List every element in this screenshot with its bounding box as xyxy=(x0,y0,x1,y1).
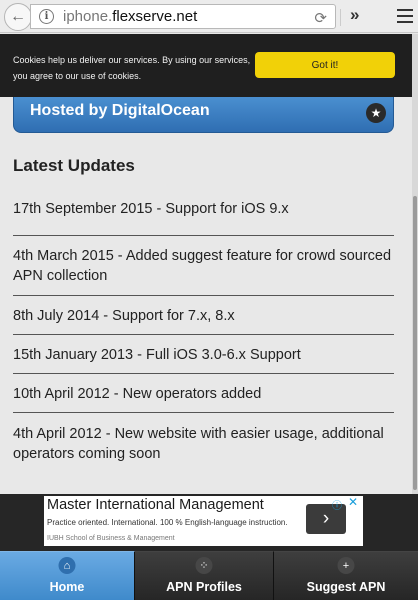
url-text[interactable]: iphone.flexserve.net xyxy=(63,8,197,25)
adchoices-icon[interactable]: ⓘ xyxy=(332,497,342,512)
divider xyxy=(13,235,394,236)
nav-home[interactable]: ⌂ Home xyxy=(0,551,135,600)
nav-label: Home xyxy=(49,580,85,594)
ad-close-icon[interactable]: ✕ xyxy=(348,495,358,509)
scrollbar-thumb[interactable] xyxy=(413,196,417,490)
update-item: 4th March 2015 - Added suggest feature f… xyxy=(13,248,392,284)
update-item: 10th April 2012 - New operators added xyxy=(13,386,262,402)
update-item: 8th July 2014 - Support for 7.x, 8.x xyxy=(13,308,235,324)
updates-heading: Latest Updates xyxy=(13,156,135,175)
update-item: 4th April 2012 - New website with easier… xyxy=(13,426,384,462)
update-item: 17th September 2015 - Support for iOS 9.… xyxy=(13,201,289,217)
hosted-label: Hosted by DigitalOcean xyxy=(30,102,210,119)
star-icon: ★ xyxy=(366,103,386,123)
divider xyxy=(13,373,394,374)
reload-icon[interactable]: ⟳ xyxy=(314,9,327,27)
bottom-navbar: ⌂ Home ⁘ APN Profiles + Suggest APN xyxy=(0,551,418,600)
info-icon[interactable]: i xyxy=(39,9,54,24)
nav-apn-profiles[interactable]: ⁘ APN Profiles xyxy=(135,551,274,600)
ad-description[interactable]: Practice oriented. International. 100 % … xyxy=(47,518,288,527)
divider xyxy=(13,295,394,296)
ad-title[interactable]: Master International Management xyxy=(47,497,264,513)
hamburger-menu-icon[interactable] xyxy=(397,9,413,23)
cookie-accept-button[interactable]: Got it! xyxy=(255,52,395,78)
home-icon: ⌂ xyxy=(58,557,76,574)
nav-label: APN Profiles xyxy=(166,580,242,594)
ad-banner[interactable]: Master International Management Practice… xyxy=(44,495,363,546)
back-button[interactable]: ← xyxy=(4,3,32,31)
grid-icon: ⁘ xyxy=(195,557,213,574)
nav-suggest-apn[interactable]: + Suggest APN xyxy=(274,551,418,600)
plus-icon: + xyxy=(337,557,355,574)
ad-source[interactable]: IUBH School of Business & Management xyxy=(47,535,175,542)
url-bar[interactable]: i iphone.flexserve.net ⟳ xyxy=(30,4,341,29)
url-separator xyxy=(340,9,341,26)
back-arrow-icon: ← xyxy=(10,8,26,25)
browser-toolbar: ← i iphone.flexserve.net ⟳ » xyxy=(0,0,418,33)
cookie-text: Cookies help us deliver our services. By… xyxy=(13,55,251,81)
overflow-chevron-icon[interactable]: » xyxy=(350,5,360,25)
hosted-by-bar[interactable]: Hosted by DigitalOcean ★ xyxy=(13,97,394,133)
update-item: 15th January 2013 - Full iOS 3.0-6.x Sup… xyxy=(13,347,301,363)
cookie-banner: Cookies help us deliver our services. By… xyxy=(0,34,418,97)
divider xyxy=(13,412,394,413)
divider xyxy=(13,334,394,335)
nav-label: Suggest APN xyxy=(306,580,386,594)
